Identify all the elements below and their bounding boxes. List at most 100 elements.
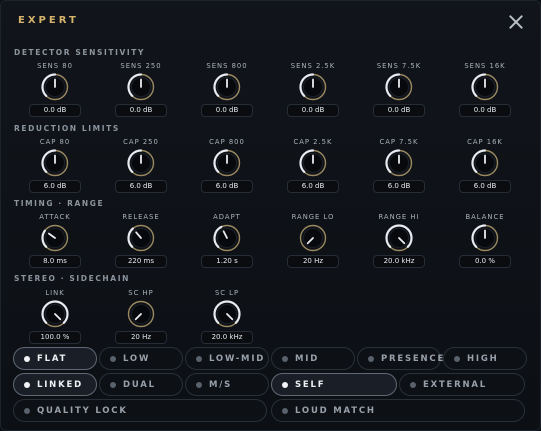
knob-label: CAP 7.5K — [379, 138, 419, 146]
knob-icon[interactable] — [299, 224, 327, 252]
knob-control-adapt: ADAPT 1.20 s — [184, 212, 270, 268]
mode-button-label: FLAT — [37, 353, 68, 364]
knob-label: SENS 80 — [37, 62, 73, 70]
knob-icon[interactable] — [127, 149, 155, 177]
knob-icon[interactable] — [471, 149, 499, 177]
knob-icon[interactable] — [127, 73, 155, 101]
knob-value[interactable]: 0.0 dB — [373, 104, 425, 117]
radio-dot-icon — [368, 355, 374, 362]
knob-control-sens-250: SENS 250 0.0 dB — [98, 61, 184, 117]
knob-value[interactable]: 0.0 dB — [459, 104, 511, 117]
knob-value[interactable]: 6.0 dB — [115, 180, 167, 193]
knob-value[interactable]: 8.0 ms — [29, 255, 81, 268]
knob-control-balance: BALANCE 0.0 % — [442, 212, 528, 268]
mode-button-low-mid[interactable]: LOW-MID — [185, 347, 269, 370]
knob-value[interactable]: 6.0 dB — [287, 180, 339, 193]
knob-icon[interactable] — [41, 224, 69, 252]
section-reduction-limits: REDUCTION LIMITS — [14, 124, 120, 133]
panel-title: EXPERT — [18, 15, 79, 26]
knob-label: CAP 250 — [123, 138, 159, 146]
knob-value[interactable]: 6.0 dB — [29, 180, 81, 193]
knob-value[interactable]: 0.0 dB — [287, 104, 339, 117]
knob-label: RANGE LO — [291, 213, 335, 221]
expert-panel: EXPERT DETECTOR SENSITIVITY REDUCTION LI… — [0, 0, 541, 431]
section-timing-range: TIMING · RANGE — [14, 199, 105, 208]
knob-icon[interactable] — [299, 149, 327, 177]
knob-value[interactable]: 20.0 kHz — [373, 255, 425, 268]
radio-dot-icon — [454, 355, 460, 362]
knob-value[interactable]: 1.20 s — [201, 255, 253, 268]
knob-control-cap-2-5k: CAP 2.5K 6.0 dB — [270, 137, 356, 193]
knob-value[interactable]: 6.0 dB — [459, 180, 511, 193]
knob-value[interactable]: 20 Hz — [287, 255, 339, 268]
radio-dot-icon — [196, 355, 202, 362]
mode-button-dual[interactable]: DUAL — [99, 373, 183, 396]
knob-value[interactable]: 0.0 dB — [29, 104, 81, 117]
mode-button-high[interactable]: HIGH — [443, 347, 527, 370]
knob-icon[interactable] — [41, 300, 69, 328]
knob-value[interactable]: 220 ms — [115, 255, 167, 268]
mode-button-label: MID — [295, 353, 320, 364]
knob-icon[interactable] — [127, 224, 155, 252]
knob-icon[interactable] — [213, 149, 241, 177]
mode-button-label: LINKED — [37, 379, 83, 390]
knob-value[interactable]: 0.0 dB — [201, 104, 253, 117]
mode-button-label: EXTERNAL — [423, 379, 488, 390]
knob-control-sens-80: SENS 80 0.0 dB — [12, 61, 98, 117]
radio-dot-icon — [282, 355, 288, 362]
mode-button-mid[interactable]: MID — [271, 347, 355, 370]
knob-icon[interactable] — [213, 300, 241, 328]
knob-icon[interactable] — [299, 73, 327, 101]
mode-button-label: LOW — [123, 353, 151, 364]
radio-dot-icon — [110, 355, 116, 362]
knob-control-sens-2-5k: SENS 2.5K 0.0 dB — [270, 61, 356, 117]
mode-button-external[interactable]: EXTERNAL — [399, 373, 525, 396]
section-stereo-sidechain: STEREO · SIDECHAIN — [14, 274, 130, 283]
mode-button-presence[interactable]: PRESENCE — [357, 347, 443, 370]
knob-icon[interactable] — [385, 149, 413, 177]
knob-icon[interactable] — [385, 224, 413, 252]
radio-dot-icon — [110, 381, 116, 388]
knob-icon[interactable] — [41, 73, 69, 101]
mode-button-label: PRESENCE — [381, 353, 446, 364]
mode-button-self[interactable]: SELF — [271, 373, 397, 396]
mode-button-label: LOW-MID — [209, 353, 266, 364]
mode-button-loud-match[interactable]: LOUD MATCH — [271, 399, 525, 422]
knob-label: CAP 2.5K — [293, 138, 333, 146]
knob-control-link: LINK 100.0 % — [12, 288, 98, 344]
knob-value[interactable]: 100.0 % — [29, 331, 81, 344]
mode-button-quality-lock[interactable]: QUALITY LOCK — [13, 399, 267, 422]
mode-button-m-s[interactable]: M/S — [185, 373, 269, 396]
mode-button-low[interactable]: LOW — [99, 347, 183, 370]
mode-button-linked[interactable]: LINKED — [13, 373, 97, 396]
knob-label: ATTACK — [39, 213, 71, 221]
mode-button-label: HIGH — [467, 353, 499, 364]
close-icon[interactable] — [506, 12, 526, 32]
knob-control-cap-16k: CAP 16K 6.0 dB — [442, 137, 528, 193]
knob-label: CAP 16K — [467, 138, 503, 146]
knob-value[interactable]: 0.0 % — [459, 255, 511, 268]
radio-dot-icon — [282, 407, 288, 414]
mode-button-label: QUALITY LOCK — [37, 405, 128, 416]
knob-value[interactable]: 6.0 dB — [373, 180, 425, 193]
knob-value[interactable]: 0.0 dB — [115, 104, 167, 117]
knob-icon[interactable] — [127, 300, 155, 328]
knob-value[interactable]: 20 Hz — [115, 331, 167, 344]
knob-control-release: RELEASE 220 ms — [98, 212, 184, 268]
knob-icon[interactable] — [41, 149, 69, 177]
knob-control-cap-250: CAP 250 6.0 dB — [98, 137, 184, 193]
knob-control-range-hi: RANGE HI 20.0 kHz — [356, 212, 442, 268]
knob-label: SENS 16K — [464, 62, 506, 70]
knob-control-sens-7-5k: SENS 7.5K 0.0 dB — [356, 61, 442, 117]
knob-label: BALANCE — [465, 213, 505, 221]
knob-icon[interactable] — [385, 73, 413, 101]
knob-value[interactable]: 6.0 dB — [201, 180, 253, 193]
knob-icon[interactable] — [471, 73, 499, 101]
mode-button-flat[interactable]: FLAT — [13, 347, 97, 370]
knob-icon[interactable] — [213, 224, 241, 252]
knob-icon[interactable] — [471, 224, 499, 252]
knob-icon[interactable] — [213, 73, 241, 101]
radio-dot-icon — [24, 381, 30, 388]
knob-value[interactable]: 20.0 kHz — [201, 331, 253, 344]
mode-button-label: M/S — [209, 379, 233, 390]
